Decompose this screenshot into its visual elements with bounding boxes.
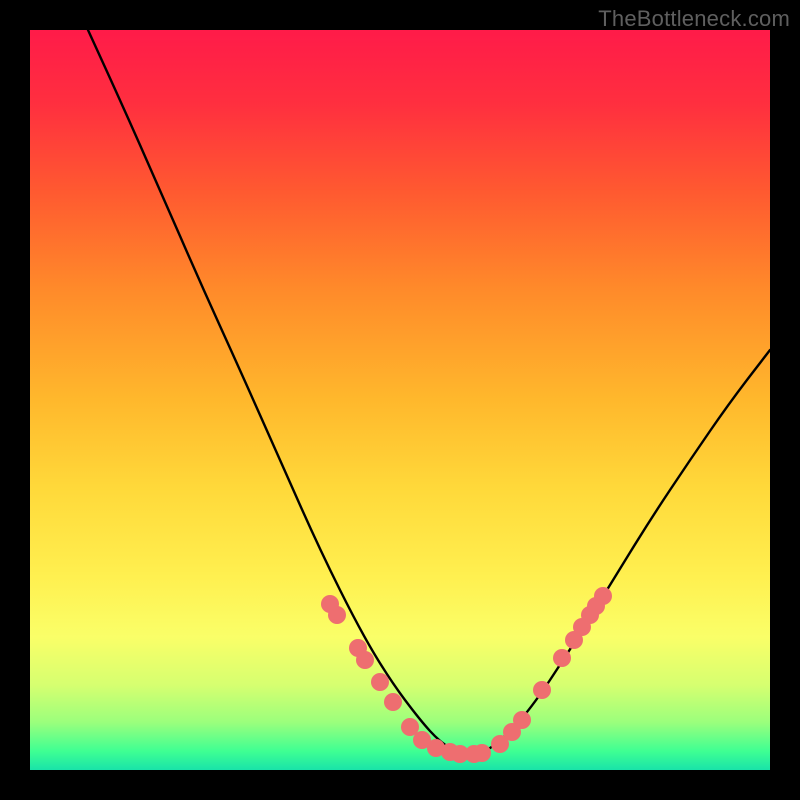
bottleneck-curve <box>88 30 770 754</box>
curve-marker <box>594 587 612 605</box>
curve-marker <box>533 681 551 699</box>
curve-marker <box>473 744 491 762</box>
curve-marker <box>371 673 389 691</box>
curve-marker <box>356 651 374 669</box>
curve-markers <box>321 587 612 763</box>
chart-frame: TheBottleneck.com <box>0 0 800 800</box>
curve-marker <box>513 711 531 729</box>
curve-layer <box>30 30 770 770</box>
curve-marker <box>553 649 571 667</box>
watermark-text: TheBottleneck.com <box>598 6 790 32</box>
plot-area <box>30 30 770 770</box>
curve-marker <box>384 693 402 711</box>
curve-marker <box>328 606 346 624</box>
